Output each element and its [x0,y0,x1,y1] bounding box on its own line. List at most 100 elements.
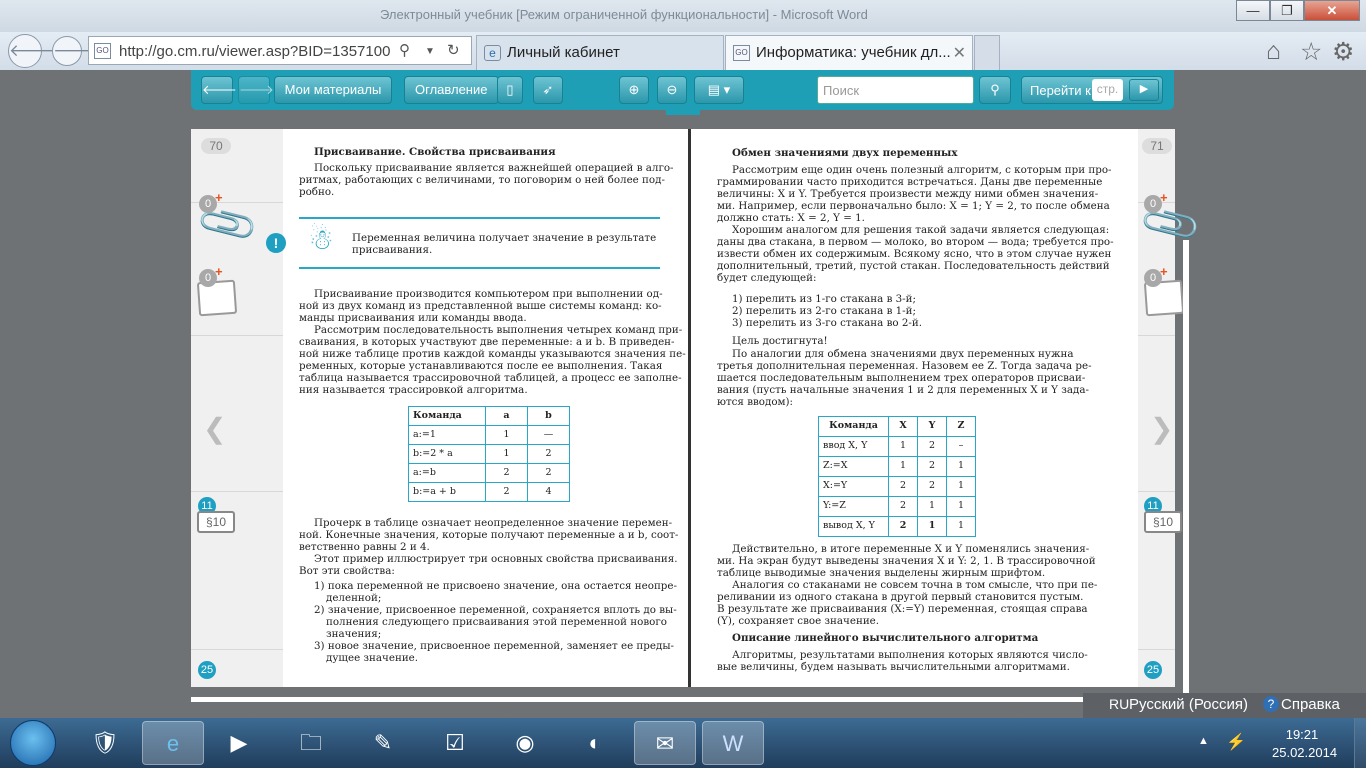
goto-label: Перейти к [1030,83,1091,98]
important-icon: ! [266,233,286,253]
refresh-icon[interactable]: ↻ [447,41,460,59]
browser-nav-row: 🡐 🡒 GO http://go.cm.ru/viewer.asp?BID=13… [0,32,1366,70]
text-line: ми. На экран будут выведены значения X и… [717,555,1096,567]
page-heading: Присваивание. Свойства присваивания [314,146,556,158]
text-line: ной. Конечные значения, которые получают… [299,529,679,541]
system-clock[interactable]: 19:21 25.02.2014 [1272,726,1337,762]
table-row: a:=1 1 — [408,425,570,445]
tab-personal-cabinet[interactable]: e Личный кабинет [476,35,724,70]
left-page: Присваивание. Свойства присваивания Поск… [266,129,689,687]
table-cell: 4 [527,482,570,502]
page-view-dropdown[interactable]: ▤ ▾ [694,76,744,104]
minimize-button[interactable]: — [1236,0,1270,21]
prev-page-button[interactable]: 🡐 [201,76,237,104]
goto-arrow-button[interactable]: ▶ [1129,79,1159,101]
search-input[interactable]: Поиск [817,76,974,104]
help-label[interactable]: Справка [1281,696,1340,713]
table-cell: 1 [888,436,918,457]
list-item: 2) перелить из 2-го стакана в 1-й; [732,305,916,317]
dropdown-arrow-icon[interactable]: ▼ [425,46,435,57]
pointer-icon[interactable]: ➶ [533,76,563,104]
text-line: реливании из одного стакана в другой пер… [717,591,1084,603]
add-bookmark-icon[interactable]: + [215,190,223,205]
maximize-button[interactable]: ❐ [1270,0,1304,21]
next-page-arrow-icon[interactable]: ❯ [1150,412,1173,445]
tab-informatics-textbook[interactable]: GO Информатика: учебник дл... ✕ [725,35,973,70]
vertical-scrollbar[interactable] [1183,240,1189,728]
section-link[interactable]: §10 [197,511,235,533]
app-globe-icon[interactable]: ◐ [564,721,626,765]
settings-gear-icon[interactable]: ⚙ [1332,37,1354,67]
url-text[interactable]: http://go.cm.ru/viewer.asp?BID=1357100 [119,43,407,60]
search-button[interactable]: ⚲ [979,76,1011,104]
table-row: вывод X, Y 2 1 1 [818,516,976,537]
show-desktop-button[interactable] [1354,718,1366,768]
address-bar[interactable]: GO http://go.cm.ru/viewer.asp?BID=135710… [88,36,472,65]
page-heading: Обмен значениями двух переменных [732,147,958,159]
mascot-illustration-icon: ☃ [308,223,334,256]
table-row: X:=Y 2 2 1 [818,476,976,497]
start-button[interactable] [10,720,56,766]
favorites-star-icon[interactable]: ☆ [1300,37,1322,67]
table-row: Y:=Z 2 1 1 [818,496,976,517]
lang-name[interactable]: Русский (Россия) [1129,696,1248,713]
contents-button[interactable]: Оглавление [404,76,499,104]
text-line: должно стать: X = 2, Y = 1. [717,212,865,224]
checklist-icon[interactable]: ☑ [424,721,486,765]
help-icon[interactable]: ? [1263,696,1279,712]
notes-app-icon[interactable]: ✉ [634,721,696,765]
table-cell: 2 [888,516,918,537]
table-cell: ввод X, Y [818,436,889,457]
text-line: сваивания, в которых участвуют две перем… [299,336,675,348]
word-icon[interactable]: W [702,721,764,765]
table-cell: — [527,425,570,445]
close-window-button[interactable]: ✕ [1304,0,1360,21]
search-icon[interactable]: ⚲ [399,41,410,59]
text-line: величины: X и Y. Требуется произвести ме… [717,188,1099,200]
browser-content: 🡐 🡒 Мои материалы Оглавление ▯ ➶ ⊕ ⊖ ▤ ▾… [0,70,1366,728]
table-cell: 1 [946,516,976,537]
lang-code[interactable]: RU [1109,696,1129,712]
home-icon[interactable]: ⌂ [1266,37,1281,66]
table-cell: b:=2 * a [408,444,486,464]
list-item: 1) пока переменной не присвоено значение… [314,580,677,592]
forward-button[interactable]: 🡒 [52,36,99,66]
table-row: Z:=X 1 2 1 [818,456,976,477]
book-icon[interactable]: ▯ [497,76,523,104]
zoom-in-icon[interactable]: ⊕ [619,76,649,104]
new-tab-button[interactable] [974,35,1000,70]
close-tab-icon[interactable]: ✕ [953,43,966,63]
callout-top-rule [299,217,660,219]
file-explorer-icon[interactable]: 🗀 [280,721,342,765]
text-line: манды присваивания или команды ввода. [299,312,527,324]
chrome-icon[interactable]: ◉ [494,721,556,765]
text-line: ветственно равны 2 и 4. [299,541,430,553]
next-page-button[interactable]: 🡒 [238,76,274,104]
section-link[interactable]: §10 [1144,511,1182,533]
zoom-out-icon[interactable]: ⊖ [657,76,687,104]
go-tab-icon: GO [733,45,750,61]
prev-page-arrow-icon[interactable]: ❮ [203,412,226,445]
my-materials-button[interactable]: Мои материалы [274,76,392,104]
add-note-icon[interactable]: + [215,264,223,279]
page-number-input[interactable]: стр. [1092,79,1123,101]
table-cell: 1 [946,456,976,477]
book-spread: 70 📎 0 + 0 + ❮ 11 §10 25 Присваивание. С… [191,129,1204,687]
media-player-icon[interactable]: ▶ [208,721,270,765]
add-note-icon[interactable]: + [1160,264,1168,279]
tray-expand-icon[interactable]: ▲ [1198,735,1209,747]
table-row: ввод X, Y 1 2 – [818,436,976,457]
internet-explorer-icon[interactable]: e [142,721,204,765]
power-tray-icon[interactable]: ⚡ [1226,732,1246,752]
text-line: Этот пример иллюстрирует три основных св… [314,553,678,565]
add-bookmark-icon[interactable]: + [1160,190,1168,205]
text-line: Алгоритмы, результатами выполнения котор… [732,649,1088,661]
text-line: ременных, которые устанавливаются после … [299,360,663,372]
tools-icon[interactable]: ✎ [352,721,414,765]
table-cell: 2 [917,436,947,457]
security-shield-icon[interactable]: 🛡 [74,721,136,765]
toolbar-handle[interactable] [666,110,700,115]
table-cell: вывод X, Y [818,516,889,537]
text-line: Присваивание производится компьютером пр… [314,288,663,300]
back-button[interactable]: 🡐 [8,34,55,68]
